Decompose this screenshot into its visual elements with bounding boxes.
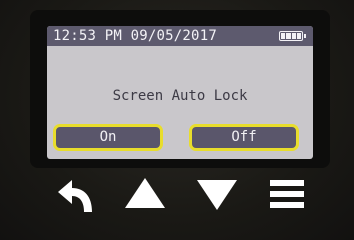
display-screen: 12:53 PM 09/05/2017 Screen Auto Lock On …	[47, 26, 313, 159]
up-triangle-icon	[125, 178, 165, 208]
hardware-keys	[30, 168, 330, 220]
down-button[interactable]	[187, 168, 247, 220]
back-button[interactable]	[48, 168, 108, 220]
device-body: 12:53 PM 09/05/2017 Screen Auto Lock On …	[0, 0, 354, 240]
up-button[interactable]	[115, 168, 175, 220]
datetime-text: 12:53 PM 09/05/2017	[53, 28, 217, 44]
menu-icon	[270, 180, 304, 208]
menu-button[interactable]	[258, 168, 318, 220]
back-arrow-icon	[58, 180, 92, 212]
status-bar: 12:53 PM 09/05/2017	[47, 26, 313, 46]
on-button[interactable]: On	[53, 124, 163, 151]
down-triangle-icon	[197, 180, 237, 210]
off-button[interactable]: Off	[189, 124, 299, 151]
battery-full-icon	[279, 31, 306, 41]
dialog-title: Screen Auto Lock	[112, 88, 248, 104]
